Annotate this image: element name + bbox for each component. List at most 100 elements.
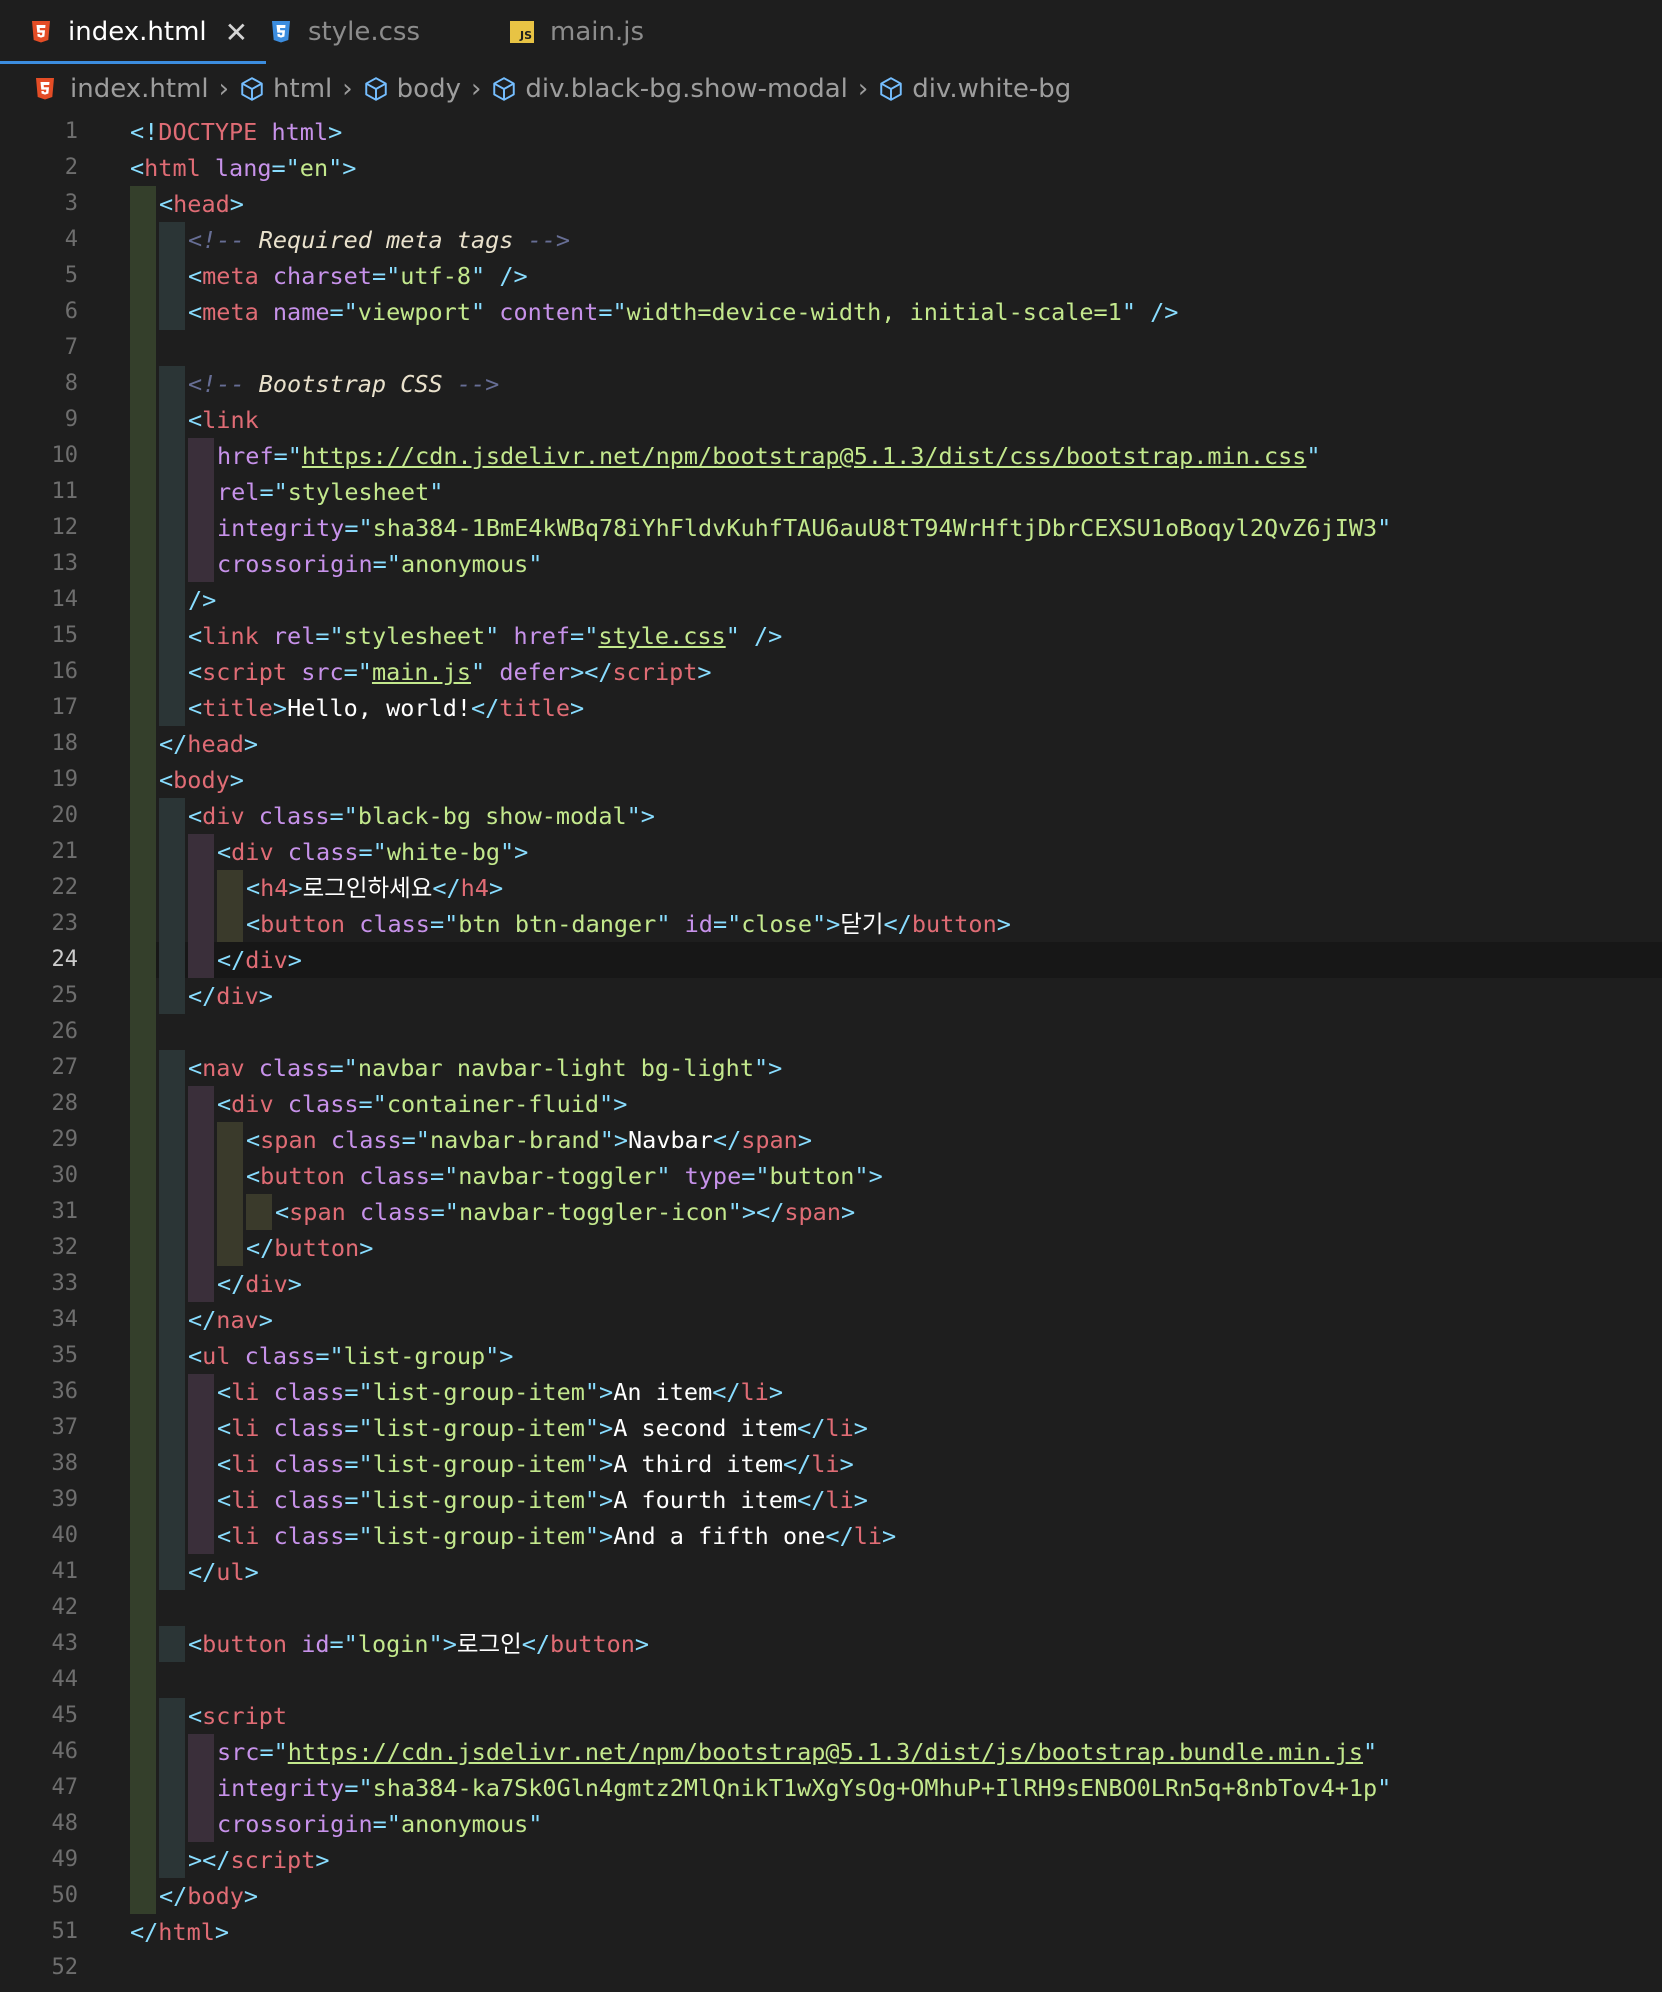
indent-guide	[159, 510, 185, 546]
code-token: ="	[570, 622, 599, 650]
code-token: href	[217, 442, 274, 470]
indent-guide	[130, 1698, 156, 1734]
code-token: <	[188, 622, 203, 650]
line-number: 46	[51, 1739, 79, 1764]
code-token: >	[697, 658, 712, 686]
code-line[interactable]	[0, 582, 1662, 618]
code-text: </button>	[246, 1230, 373, 1266]
indent-guide	[159, 222, 185, 258]
code-token[interactable]: main.js	[372, 658, 471, 686]
code-token: <	[217, 838, 232, 866]
breadcrumb-item-file[interactable]: index.html	[34, 74, 209, 104]
code-token: <	[130, 154, 145, 182]
indent-guide	[159, 582, 185, 618]
code-line[interactable]	[0, 1950, 1662, 1986]
indent-guide	[188, 1194, 214, 1230]
code-line[interactable]	[130, 942, 1662, 978]
code-token: </	[159, 730, 188, 758]
indent-guide	[159, 438, 185, 474]
code-token: class	[359, 910, 430, 938]
code-token: html	[271, 118, 329, 146]
tab-style-css[interactable]: style.css	[270, 0, 420, 64]
code-token: ="	[372, 550, 401, 578]
code-token[interactable]: style.css	[598, 622, 725, 650]
indent-guide	[188, 1266, 214, 1302]
code-token: </	[217, 946, 246, 974]
close-icon[interactable]: ✕	[225, 16, 248, 49]
code-token: ></	[570, 658, 613, 686]
code-token: stylesheet	[287, 478, 430, 506]
code-token: <!	[130, 118, 159, 146]
code-token: "></	[727, 1198, 785, 1226]
code-token: list-group-item	[372, 1486, 585, 1514]
code-token: <	[217, 1090, 232, 1118]
breadcrumb-item-body[interactable]: body	[363, 74, 461, 104]
code-text: integrity="sha384-ka7Sk0Gln4gmtz2MlQnikT…	[217, 1770, 1391, 1806]
code-token: </	[217, 1270, 246, 1298]
tab-label: main.js	[550, 17, 644, 47]
code-token: ">	[328, 154, 357, 182]
indent-guide	[130, 1770, 156, 1806]
breadcrumb-item-white-bg[interactable]: div.white-bg	[878, 74, 1071, 104]
code-token: ">	[500, 838, 529, 866]
code-token: >	[840, 1198, 856, 1226]
code-token: crossorigin	[217, 1810, 373, 1838]
code-token: -->	[513, 226, 571, 254]
code-token: ="	[315, 1342, 344, 1370]
indent-guide	[159, 1698, 185, 1734]
code-token: <	[188, 406, 203, 434]
code-token: </	[521, 1630, 551, 1658]
code-line[interactable]	[0, 186, 1662, 222]
code-line[interactable]	[0, 1590, 1662, 1626]
line-number: 51	[51, 1919, 79, 1944]
indent-guide	[159, 1194, 185, 1230]
line-number: 32	[51, 1235, 79, 1260]
code-token: ="	[598, 298, 627, 326]
line-number: 30	[51, 1163, 79, 1188]
indent-guide	[130, 222, 156, 258]
code-line[interactable]	[0, 1914, 1662, 1950]
code-line[interactable]	[0, 330, 1662, 366]
code-token: span	[289, 1198, 346, 1226]
code-token[interactable]: https://cdn.jsdelivr.net/npm/bootstrap@5…	[288, 1738, 1363, 1766]
indent-guide	[188, 906, 214, 942]
code-token: ="	[741, 1162, 770, 1190]
code-token: href	[513, 622, 571, 650]
code-token: nav	[216, 1306, 259, 1334]
code-line[interactable]	[0, 1662, 1662, 1698]
code-line[interactable]	[0, 762, 1662, 798]
tab-index-html[interactable]: index.html ✕	[0, 0, 267, 64]
code-text: </div>	[188, 978, 273, 1014]
code-line[interactable]	[0, 1014, 1662, 1050]
code-token[interactable]: https://cdn.jsdelivr.net/npm/bootstrap@5…	[302, 442, 1307, 470]
line-number: 40	[51, 1523, 79, 1548]
code-token: src	[301, 658, 344, 686]
line-number: 33	[51, 1271, 79, 1296]
indent-guide	[130, 870, 156, 906]
code-token: list-group	[343, 1342, 486, 1370]
code-token: "	[1363, 1738, 1378, 1766]
code-text: </html>	[130, 1914, 229, 1950]
code-token: div	[202, 802, 245, 830]
code-token: li	[740, 1378, 769, 1406]
code-token: "	[656, 1162, 671, 1190]
code-token: "	[528, 550, 543, 578]
indent-guide	[159, 1734, 185, 1770]
code-token: navbar navbar-light bg-light	[357, 1054, 754, 1082]
code-text: <li class="list-group-item">A third item…	[217, 1446, 854, 1482]
code-token: button	[202, 1630, 288, 1658]
code-token: ">	[584, 1414, 614, 1442]
code-token: "	[528, 1810, 543, 1838]
line-number: 38	[51, 1451, 79, 1476]
tab-main-js[interactable]: JS main.js	[510, 0, 644, 64]
code-token: <	[217, 1522, 232, 1550]
indent-guide	[159, 474, 185, 510]
breadcrumb-item-html[interactable]: html	[239, 74, 332, 104]
code-token: ="	[344, 1450, 373, 1478]
code-token: black-bg show-modal	[357, 802, 627, 830]
code-token: A fourth item	[613, 1486, 798, 1514]
code-token: li	[231, 1486, 260, 1514]
breadcrumb-item-black-bg[interactable]: div.black-bg.show-modal	[491, 74, 848, 104]
